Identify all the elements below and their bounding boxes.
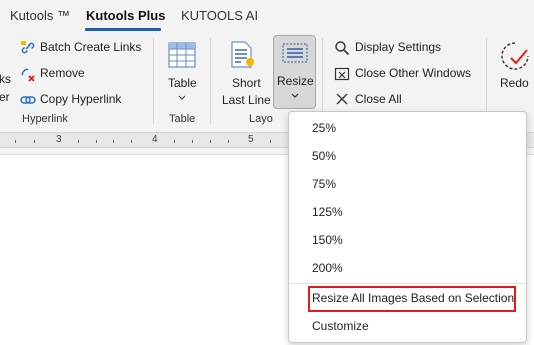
menu-item-resize-all-images[interactable]: Resize All Images Based on Selection [312, 291, 514, 305]
close-other-windows-button[interactable]: Close Other Windows [334, 64, 479, 84]
group-separator [210, 38, 211, 124]
copy-link-icon [20, 96, 36, 104]
redo-label: Redo [500, 76, 529, 90]
short-last-line-label-1: Short [232, 76, 261, 90]
menu-item-customize[interactable]: Customize [312, 319, 369, 333]
remove-link-icon [21, 68, 35, 82]
batch-create-links-button[interactable]: Batch Create Links [20, 38, 150, 58]
batch-links-icon [21, 41, 35, 54]
magnifier-icon [335, 41, 350, 56]
menu-item-200[interactable]: 200% [312, 261, 343, 275]
partial-button-label-1[interactable]: ks [0, 72, 11, 86]
copy-hyperlink-button[interactable]: Copy Hyperlink [20, 90, 130, 110]
ruler-number: 3 [56, 134, 62, 145]
group-label-hyperlink: Hyperlink [22, 113, 68, 125]
resize-icon [282, 43, 308, 63]
ribbon-tab-bar: Kutools ™ Kutools Plus KUTOOLS AI [0, 0, 534, 34]
resize-button[interactable]: Resize [273, 35, 316, 109]
close-all-button[interactable]: Close All [334, 90, 414, 110]
short-last-line-label-2: Last Line [222, 93, 271, 107]
tab-kutools-ai[interactable]: KUTOOLS AI [181, 8, 258, 23]
ruler-number: 4 [152, 134, 158, 145]
menu-item-75[interactable]: 75% [312, 177, 336, 191]
group-label-layout: Layo [249, 113, 273, 125]
menu-item-25[interactable]: 25% [312, 121, 336, 135]
display-settings-label: Display Settings [355, 40, 442, 54]
remove-label: Remove [40, 66, 85, 80]
chevron-down-icon [178, 95, 186, 100]
active-tab-indicator [85, 28, 161, 31]
resize-dropdown-menu: 25% 50% 75% 125% 150% 200% Resize All Im… [288, 111, 527, 343]
table-grid-icon [168, 42, 196, 68]
close-all-label: Close All [355, 92, 402, 106]
menu-item-125[interactable]: 125% [312, 205, 343, 219]
chevron-down-icon [291, 93, 299, 98]
group-separator [153, 38, 154, 124]
remove-hyperlink-button[interactable]: Remove [20, 64, 100, 84]
menu-item-50[interactable]: 50% [312, 149, 336, 163]
redo-button[interactable]: Redo [496, 38, 534, 106]
table-button[interactable]: Table [162, 38, 202, 106]
menu-separator [289, 283, 526, 284]
close-icon [336, 93, 348, 105]
display-settings-button[interactable]: Display Settings [334, 38, 464, 58]
close-other-windows-label: Close Other Windows [355, 66, 472, 80]
close-windows-icon [334, 67, 350, 81]
short-last-line-icon [231, 41, 254, 68]
copy-hyperlink-label: Copy Hyperlink [40, 92, 122, 106]
tab-kutools-plus[interactable]: Kutools Plus [86, 8, 165, 23]
batch-create-links-label: Batch Create Links [40, 40, 142, 54]
table-button-label: Table [168, 76, 197, 90]
tab-kutools[interactable]: Kutools ™ [10, 8, 70, 23]
menu-item-150[interactable]: 150% [312, 233, 343, 247]
group-label-table: Table [169, 113, 196, 125]
ruler-number: 5 [248, 134, 254, 145]
resize-button-label: Resize [277, 74, 314, 88]
redo-icon [501, 42, 529, 70]
partial-button-label-2[interactable]: er [0, 90, 10, 104]
short-last-line-button[interactable]: Short Last Line [218, 38, 271, 107]
